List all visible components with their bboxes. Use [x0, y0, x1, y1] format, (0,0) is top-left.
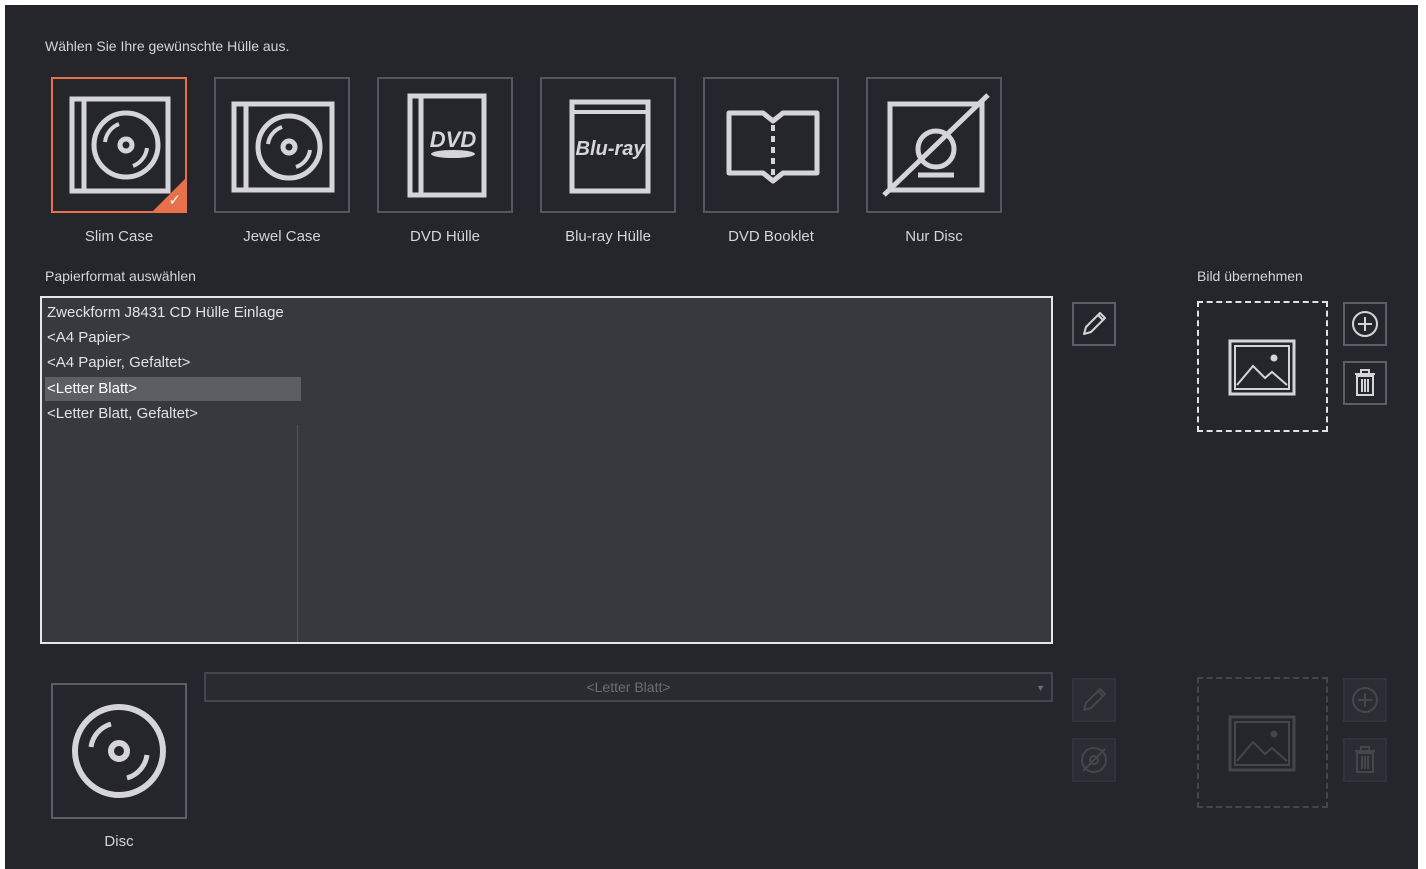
image-dropzone[interactable]	[1197, 301, 1328, 432]
case-tile-booklet[interactable]	[703, 77, 839, 213]
booklet-icon	[726, 110, 820, 184]
dvd-case-icon: DVD	[407, 93, 487, 198]
case-label-jewel: Jewel Case	[243, 228, 321, 245]
disc-paper-dropdown[interactable]: <Letter Blatt> ▼	[204, 672, 1053, 702]
case-tile-slim[interactable]: ✓	[51, 77, 187, 213]
case-tile-jewel[interactable]	[214, 77, 350, 213]
trash-icon	[1355, 369, 1375, 396]
plus-circle-icon	[1352, 311, 1378, 337]
paper-format-list[interactable]: Zweckform J8431 CD Hülle Einlage <A4 Pap…	[40, 296, 1053, 644]
add-image-button[interactable]	[1343, 302, 1387, 346]
case-label-nodisc: Nur Disc	[905, 228, 963, 245]
bluray-case-icon: Blu-ray	[569, 99, 651, 194]
no-disc-icon	[1081, 747, 1107, 773]
add-disc-image-button[interactable]	[1343, 678, 1387, 722]
list-item[interactable]: <Letter Blatt, Gefaltet>	[45, 402, 198, 426]
pencil-icon	[1083, 312, 1106, 335]
edit-paper-button[interactable]	[1072, 302, 1116, 346]
case-label-bluray: Blu-ray Hülle	[565, 228, 651, 245]
image-heading: Bild übernehmen	[1197, 268, 1303, 284]
image-icon	[1228, 715, 1296, 772]
no-case-disc-icon	[882, 93, 990, 197]
case-selection-heading: Wählen Sie Ihre gewünschte Hülle aus.	[45, 38, 290, 54]
case-tile-dvd[interactable]: DVD	[377, 77, 513, 213]
list-item[interactable]: <A4 Papier>	[45, 326, 130, 350]
list-column-divider	[297, 425, 298, 642]
delete-disc-image-button[interactable]	[1343, 738, 1387, 782]
disc-icon	[72, 704, 166, 798]
list-item[interactable]: Zweckform J8431 CD Hülle Einlage	[45, 301, 284, 325]
dvd-logo: DVD	[430, 127, 477, 152]
trash-icon	[1355, 746, 1375, 773]
case-tile-bluray[interactable]: Blu-ray	[540, 77, 676, 213]
disc-disabled-button[interactable]	[1072, 738, 1116, 782]
delete-image-button[interactable]	[1343, 361, 1387, 405]
image-icon	[1228, 339, 1296, 396]
dropdown-value: <Letter Blatt>	[586, 679, 671, 695]
bluray-logo: Blu-ray	[576, 138, 646, 160]
case-label-booklet: DVD Booklet	[728, 228, 814, 245]
edit-disc-button[interactable]	[1072, 678, 1116, 722]
chevron-down-icon: ▼	[1036, 683, 1045, 693]
disc-image-dropzone[interactable]	[1197, 677, 1328, 808]
disc-tile[interactable]	[51, 683, 187, 819]
paper-format-heading: Papierformat auswählen	[45, 268, 196, 284]
check-icon: ✓	[168, 192, 181, 209]
pencil-icon	[1083, 688, 1106, 711]
case-label-dvd: DVD Hülle	[409, 228, 481, 245]
list-item-selected[interactable]: <Letter Blatt>	[45, 377, 301, 401]
case-tile-nodisc[interactable]	[866, 77, 1002, 213]
disc-label: Disc	[104, 833, 134, 850]
jewel-case-icon	[231, 101, 335, 193]
case-label-slim: Slim Case	[84, 228, 154, 245]
plus-circle-icon	[1352, 687, 1378, 713]
list-item[interactable]: <A4 Papier, Gefaltet>	[45, 351, 190, 375]
